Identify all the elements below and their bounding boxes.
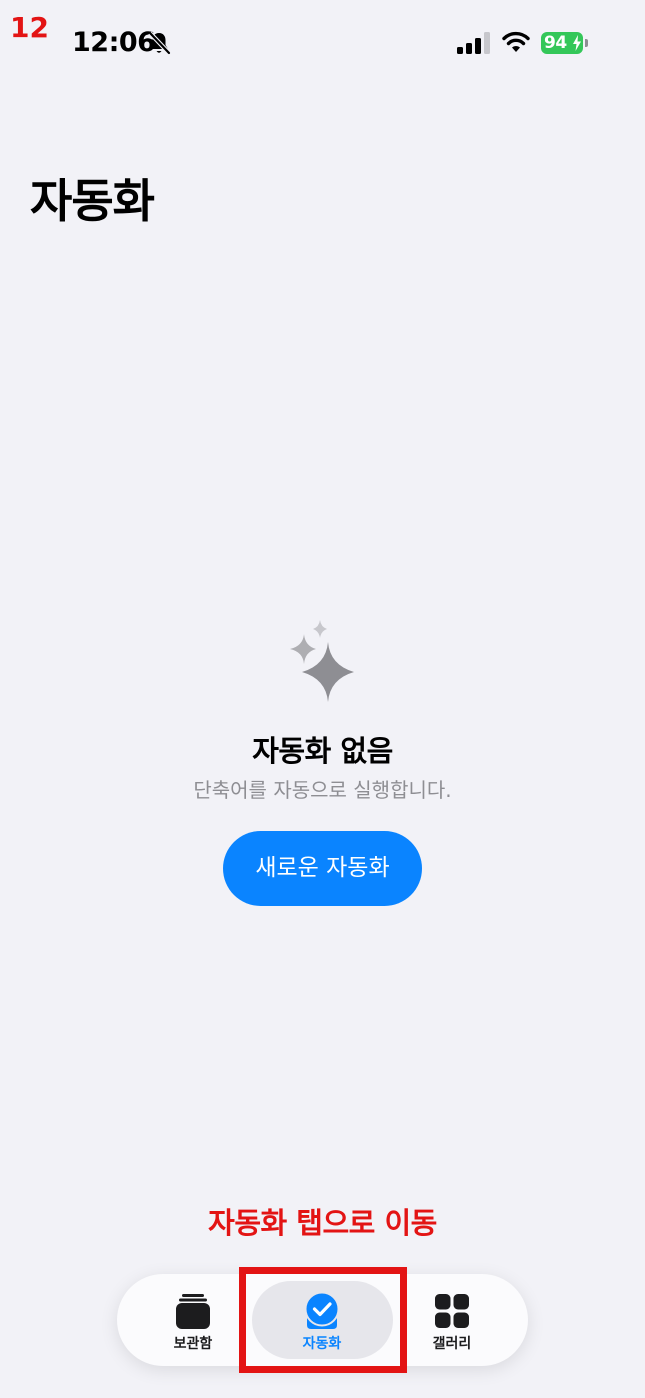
new-automation-button[interactable]: 새로운 자동화 — [223, 831, 422, 906]
battery-percent: 94 — [544, 33, 567, 53]
battery-indicator: 94 — [541, 32, 583, 54]
gallery-grid-icon — [435, 1294, 469, 1328]
tab-library[interactable]: 보관함 — [133, 1274, 253, 1366]
battery-cap — [585, 39, 588, 47]
tab-gallery-label: 갤러리 — [432, 1336, 472, 1352]
annotation-highlight-box — [239, 1267, 407, 1373]
screen: 12 12:06 94 자동화 자동화 없음 단축어를 자동으로 실행합니다. … — [0, 0, 645, 1398]
tab-library-label: 보관함 — [173, 1336, 213, 1352]
empty-state-title: 자동화 없음 — [252, 734, 393, 768]
tab-gallery[interactable]: 갤러리 — [392, 1274, 512, 1366]
empty-state-subtitle: 단축어를 자동으로 실행합니다. — [193, 778, 452, 802]
status-bar: 12:06 94 — [0, 0, 645, 80]
annotation-instruction: 자동화 탭으로 이동 — [208, 1206, 437, 1240]
wifi-icon — [502, 31, 530, 52]
sparkles-icon — [290, 620, 354, 702]
status-time: 12:06 — [72, 27, 156, 58]
battery-charging-icon — [573, 35, 581, 51]
library-stack-icon — [176, 1294, 210, 1329]
cellular-signal-icon — [457, 32, 490, 54]
page-title: 자동화 — [30, 174, 155, 228]
bell-slash-icon — [148, 31, 171, 55]
